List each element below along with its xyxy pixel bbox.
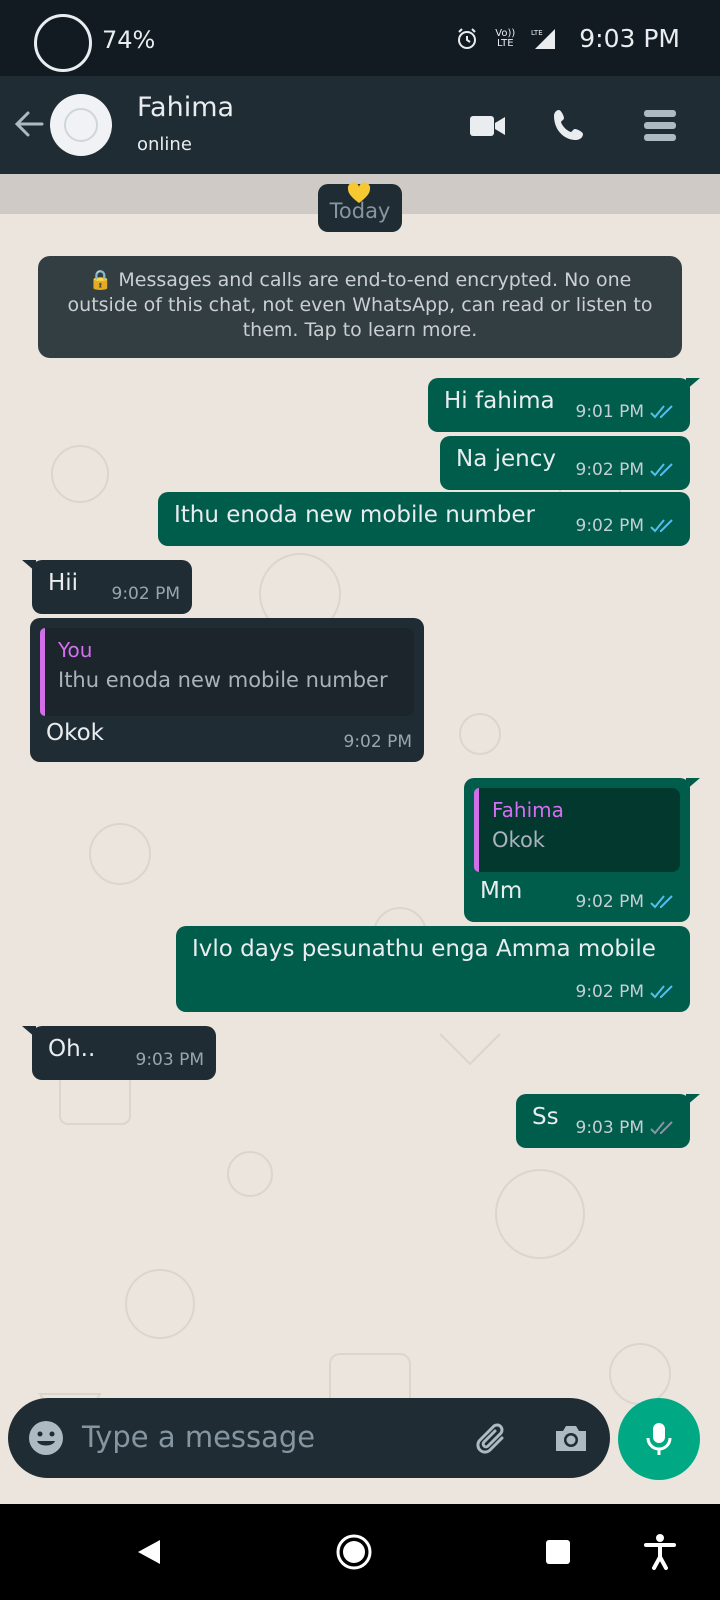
arrow-left-icon[interactable] <box>12 104 48 144</box>
emoji-icon[interactable] <box>26 1418 66 1458</box>
message-time: 9:02 PM <box>575 460 645 480</box>
message-text: Mm <box>480 878 523 904</box>
quoted-message[interactable]: You Ithu enoda new mobile number <box>40 628 414 716</box>
nav-back-icon[interactable] <box>130 1532 170 1572</box>
paperclip-icon[interactable] <box>472 1418 514 1460</box>
bubble-tail <box>22 560 36 572</box>
volte-indicator: Vo)) LTE <box>495 27 516 49</box>
message-bubble-outgoing[interactable]: Ithu enoda new mobile number 9:02 PM <box>158 492 690 546</box>
double-check-read-icon <box>650 405 673 419</box>
bubble-tail <box>686 378 700 390</box>
contact-status: online <box>137 134 192 155</box>
video-camera-icon[interactable] <box>466 104 510 148</box>
message-time: 9:03 PM <box>575 1118 645 1138</box>
quoted-message[interactable]: Fahima Okok <box>474 788 680 872</box>
nav-recents-icon[interactable] <box>538 1532 578 1572</box>
message-time: 9:03 PM <box>135 1050 205 1070</box>
message-text: Ivlo days pesunathu enga Amma mobile <box>192 936 656 962</box>
nav-home-icon[interactable] <box>334 1532 374 1572</box>
message-time: 9:02 PM <box>111 584 181 604</box>
message-time: 9:02 PM <box>575 516 645 536</box>
battery-percentage: 74% <box>102 26 156 54</box>
message-input[interactable]: Type a message <box>82 1420 315 1454</box>
message-text: Na jency <box>456 446 556 472</box>
quote-text: Okok <box>492 828 545 852</box>
message-time: 9:02 PM <box>575 892 645 912</box>
message-text: Hi fahima <box>444 388 555 414</box>
bubble-tail <box>686 1094 700 1106</box>
message-composer[interactable]: Type a message <box>8 1398 610 1478</box>
menu-icon[interactable] <box>638 104 682 148</box>
message-meta: 9:02 PM <box>576 516 679 536</box>
message-bubble-outgoing[interactable]: Ivlo days pesunathu enga Amma mobile 9:0… <box>176 926 690 1012</box>
double-check-read-icon <box>650 519 673 533</box>
message-text: Hii <box>48 570 79 596</box>
double-check-read-icon <box>650 895 673 909</box>
message-bubble-outgoing[interactable]: Hi fahima 9:01 PM <box>428 378 700 432</box>
message-meta: 9:02 PM <box>576 460 679 480</box>
message-bubble-outgoing-reply[interactable]: Fahima Okok Mm 9:02 PM <box>464 778 700 922</box>
message-meta: 9:03 PM <box>136 1050 205 1070</box>
message-time: 9:01 PM <box>575 402 645 422</box>
status-right: Vo)) LTE LTE 9:03 PM <box>455 24 680 53</box>
quote-accent-bar <box>40 628 45 716</box>
message-time: 9:02 PM <box>575 982 645 1002</box>
chat-header: Fahima online <box>0 76 720 174</box>
battery-ring-icon <box>34 14 92 72</box>
avatar-image <box>64 108 98 142</box>
contact-name[interactable]: Fahima <box>137 92 234 123</box>
message-meta: 9:02 PM <box>576 982 679 1002</box>
message-meta: 9:02 PM <box>576 892 679 912</box>
double-check-read-icon <box>650 985 673 999</box>
bubble-tail <box>686 778 700 790</box>
avatar[interactable] <box>50 94 112 156</box>
message-meta: 9:02 PM <box>344 732 413 752</box>
message-text: Okok <box>46 720 104 746</box>
message-bubble-outgoing[interactable]: Ss 9:03 PM <box>516 1094 700 1148</box>
alarm-icon <box>458 27 477 49</box>
signal-icon: LTE <box>531 28 556 49</box>
message-time: 9:02 PM <box>343 732 413 752</box>
yellow-heart-icon <box>347 182 371 203</box>
camera-icon[interactable] <box>550 1418 592 1460</box>
message-bubble-outgoing[interactable]: Na jency 9:02 PM <box>440 436 690 490</box>
message-meta: 9:02 PM <box>112 584 181 604</box>
quote-author: Fahima <box>492 798 564 822</box>
message-bubble-incoming[interactable]: Oh.. 9:03 PM <box>22 1026 216 1080</box>
chat-area[interactable]: Today 🔒 Messages and calls are end-to-en… <box>0 174 720 1504</box>
quote-text: Ithu enoda new mobile number <box>58 668 388 692</box>
lte-label: LTE <box>531 29 543 37</box>
bubble-tail <box>22 1026 36 1038</box>
encryption-notice[interactable]: 🔒 Messages and calls are end-to-end encr… <box>38 256 682 358</box>
message-text: Ss <box>532 1104 559 1130</box>
message-meta: 9:01 PM <box>576 402 679 422</box>
phone-icon[interactable] <box>548 104 592 148</box>
clock: 9:03 PM <box>579 24 680 53</box>
microphone-icon <box>646 1423 672 1455</box>
accessibility-icon[interactable] <box>640 1532 680 1572</box>
quote-author: You <box>58 638 93 662</box>
system-nav-bar <box>0 1504 720 1600</box>
message-text: Ithu enoda new mobile number <box>174 502 536 528</box>
message-meta: 9:03 PM <box>576 1118 679 1138</box>
message-text: Oh.. <box>48 1036 96 1062</box>
double-check-read-icon <box>650 463 673 477</box>
voice-message-button[interactable] <box>618 1398 700 1480</box>
double-check-delivered-icon <box>650 1121 673 1135</box>
message-bubble-incoming[interactable]: Hii 9:02 PM <box>22 560 192 614</box>
status-bar: 74% Vo)) LTE LTE 9:03 PM <box>0 0 720 76</box>
message-bubble-incoming-reply[interactable]: You Ithu enoda new mobile number Okok 9:… <box>30 618 424 762</box>
quote-accent-bar <box>474 788 479 872</box>
